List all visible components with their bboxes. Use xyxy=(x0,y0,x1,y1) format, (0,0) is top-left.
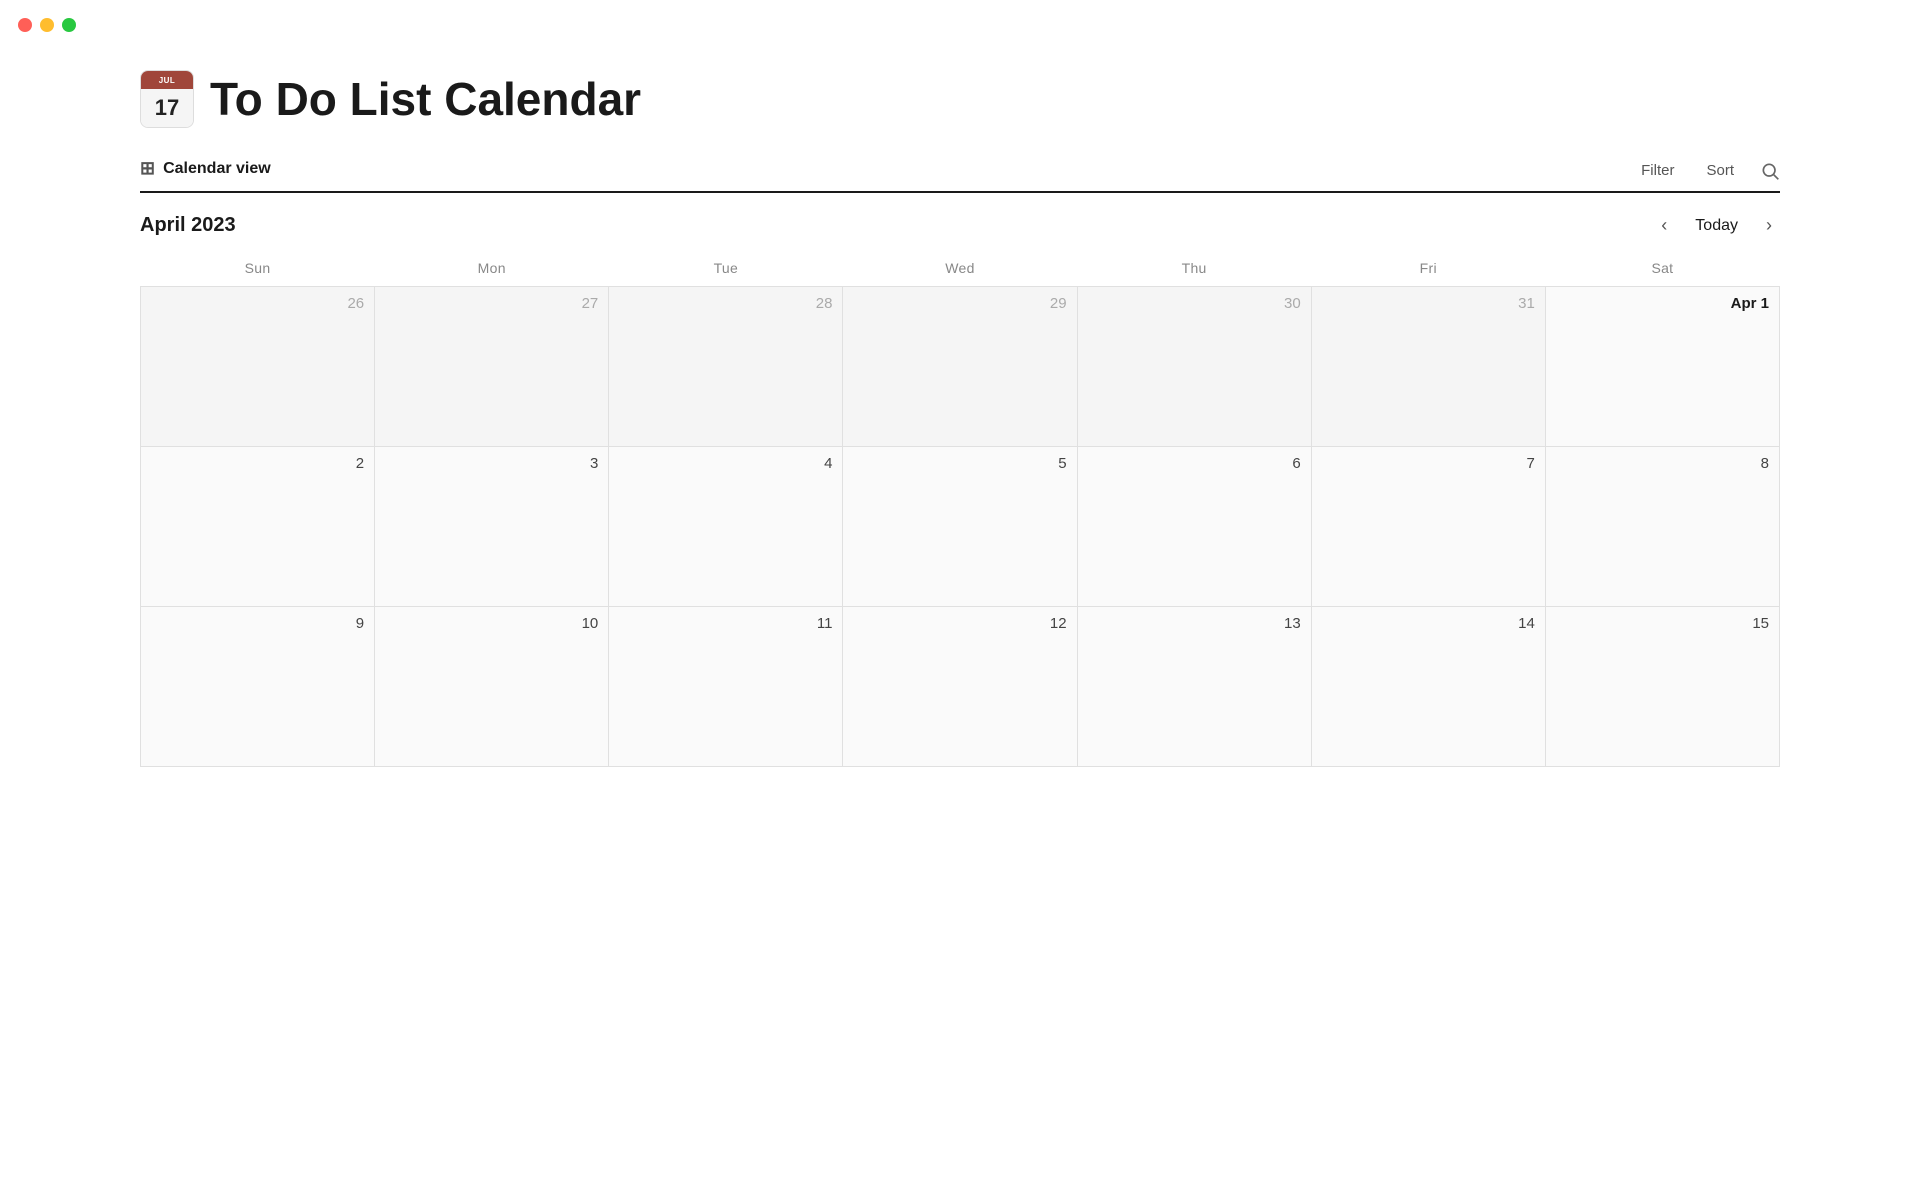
calendar-cell[interactable]: 4 xyxy=(609,447,843,607)
sort-button[interactable]: Sort xyxy=(1700,158,1740,183)
day-number: 5 xyxy=(849,455,1066,472)
day-number: 4 xyxy=(615,455,832,472)
calendar-week-row: 26 27 28 29 30 31 Apr 1 xyxy=(141,287,1780,447)
day-headers-row: SunMonTueWedThuFriSat xyxy=(141,254,1780,287)
calendar-nav: April 2023 ‹ Today › xyxy=(140,193,1780,254)
calendar-grid-icon: ⊞ xyxy=(140,158,155,179)
day-header-fri: Fri xyxy=(1311,254,1545,287)
icon-day: 17 xyxy=(141,89,193,127)
month-year-label: April 2023 xyxy=(140,214,236,237)
page-header: JUL 17 To Do List Calendar xyxy=(140,70,1780,128)
day-header-mon: Mon xyxy=(375,254,609,287)
day-number: 29 xyxy=(849,295,1066,312)
traffic-lights xyxy=(18,18,76,32)
today-button[interactable]: Today xyxy=(1685,213,1748,239)
search-button[interactable] xyxy=(1760,161,1780,181)
calendar-cell[interactable]: 26 xyxy=(141,287,375,447)
calendar-cell[interactable]: 5 xyxy=(843,447,1077,607)
day-number: 9 xyxy=(147,615,364,632)
calendar-cell[interactable]: 10 xyxy=(375,607,609,767)
day-number: 12 xyxy=(849,615,1066,632)
day-number: 3 xyxy=(381,455,598,472)
calendar-cell[interactable]: 3 xyxy=(375,447,609,607)
prev-month-button[interactable]: ‹ xyxy=(1653,211,1675,240)
calendar-cell[interactable]: 31 xyxy=(1311,287,1545,447)
day-number: 6 xyxy=(1084,455,1301,472)
day-number: 14 xyxy=(1318,615,1535,632)
maximize-button[interactable] xyxy=(62,18,76,32)
calendar-cell[interactable]: 9 xyxy=(141,607,375,767)
toolbar-actions: Filter Sort xyxy=(1635,158,1780,183)
day-number: 10 xyxy=(381,615,598,632)
day-number: 13 xyxy=(1084,615,1301,632)
calendar-cell[interactable]: 27 xyxy=(375,287,609,447)
day-number: 26 xyxy=(147,295,364,312)
nav-controls: ‹ Today › xyxy=(1653,211,1780,240)
icon-month: JUL xyxy=(141,71,193,89)
day-number: 2 xyxy=(147,455,364,472)
next-month-button[interactable]: › xyxy=(1758,211,1780,240)
calendar-cell[interactable]: 14 xyxy=(1311,607,1545,767)
day-header-wed: Wed xyxy=(843,254,1077,287)
calendar-cell[interactable]: 28 xyxy=(609,287,843,447)
calendar-cell[interactable]: 15 xyxy=(1545,607,1779,767)
search-icon xyxy=(1760,161,1780,181)
chevron-right-icon: › xyxy=(1766,215,1772,236)
day-number: 30 xyxy=(1084,295,1301,312)
calendar-grid: SunMonTueWedThuFriSat 262728293031Apr 12… xyxy=(140,254,1780,767)
minimize-button[interactable] xyxy=(40,18,54,32)
calendar-cell[interactable]: 6 xyxy=(1077,447,1311,607)
page-title: To Do List Calendar xyxy=(210,72,641,126)
calendar-cell[interactable]: 11 xyxy=(609,607,843,767)
close-button[interactable] xyxy=(18,18,32,32)
filter-button[interactable]: Filter xyxy=(1635,158,1680,183)
day-number: 15 xyxy=(1552,615,1769,632)
chevron-left-icon: ‹ xyxy=(1661,215,1667,236)
day-number: Apr 1 xyxy=(1552,295,1769,312)
view-tab-label: Calendar view xyxy=(163,160,271,178)
calendar-cell[interactable]: 13 xyxy=(1077,607,1311,767)
day-number: 27 xyxy=(381,295,598,312)
calendar-cell[interactable]: 7 xyxy=(1311,447,1545,607)
day-header-sun: Sun xyxy=(141,254,375,287)
calendar-cell[interactable]: 29 xyxy=(843,287,1077,447)
calendar-cell[interactable]: 12 xyxy=(843,607,1077,767)
day-number: 28 xyxy=(615,295,832,312)
day-number: 7 xyxy=(1318,455,1535,472)
calendar-cell[interactable]: 8 xyxy=(1545,447,1779,607)
calendar-week-row: 2345 678 xyxy=(141,447,1780,607)
app-icon: JUL 17 xyxy=(140,70,194,128)
day-header-thu: Thu xyxy=(1077,254,1311,287)
day-number: 31 xyxy=(1318,295,1535,312)
day-header-tue: Tue xyxy=(609,254,843,287)
day-number: 8 xyxy=(1552,455,1769,472)
toolbar: ⊞ Calendar view Filter Sort xyxy=(140,158,1780,193)
calendar-week-row: 9 10 11 12 13 14 15 xyxy=(141,607,1780,767)
calendar-cell[interactable]: 2 xyxy=(141,447,375,607)
calendar-cell[interactable]: 30 xyxy=(1077,287,1311,447)
day-number: 11 xyxy=(615,615,832,632)
calendar-view-tab[interactable]: ⊞ Calendar view xyxy=(140,158,271,183)
day-header-sat: Sat xyxy=(1545,254,1779,287)
calendar-cell[interactable]: Apr 1 xyxy=(1545,287,1779,447)
